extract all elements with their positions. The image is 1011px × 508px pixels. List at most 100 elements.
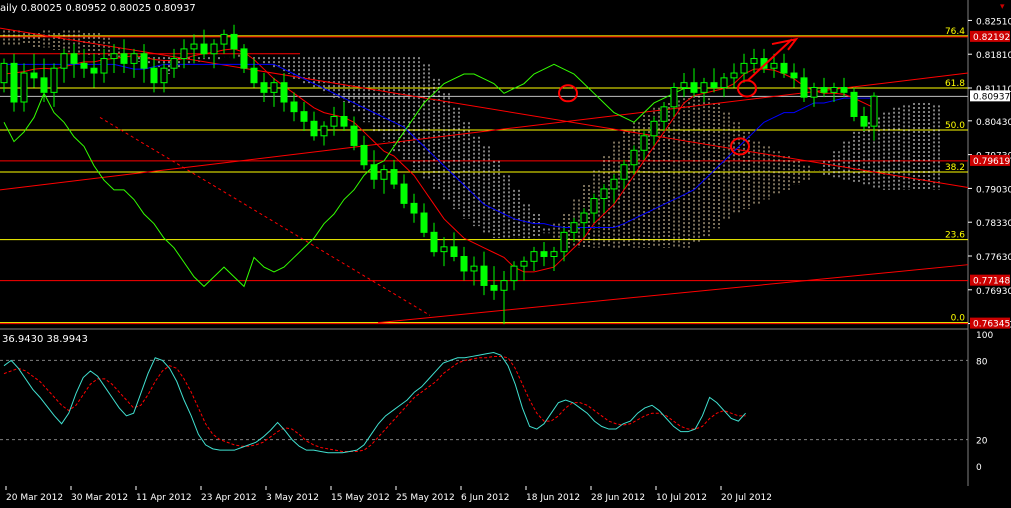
date-label: 11 Apr 2012 [136,493,192,503]
candle-body [140,53,148,69]
candle-body [420,212,428,233]
candle-body [120,53,128,64]
chart-canvas[interactable]: 76.4 61.8 50.0 38.2 23.6 0.0 0.82510 0.81810 0.… [0,0,1011,504]
candle-body [270,82,278,93]
date-label: 6 Jun 2012 [461,493,509,503]
candle-body [310,120,318,137]
candle-body [840,87,848,93]
candle-body [170,58,178,69]
candle-body [540,251,548,257]
candle-body [600,188,608,200]
date-label: 15 May 2012 [331,493,390,503]
candle-body [870,95,878,127]
date-label: 18 Jun 2012 [526,493,580,503]
candle-body [650,120,658,137]
candle-body [300,111,308,122]
candle-body [280,82,288,103]
candle-body [520,260,528,267]
candle-body [450,246,458,257]
candle-body [830,87,838,93]
candle-body [220,33,228,45]
candle-body [640,135,648,151]
price-tick-label: 0.81810 [976,51,1011,61]
oscillator-tick-label: 20 [976,437,988,447]
oscillator-tick-label: 100 [976,331,993,341]
fib-level-label: 23.6 [945,231,965,241]
candle-body [720,77,728,89]
date-label: 30 Mar 2012 [71,493,128,503]
candle-body [380,169,388,180]
candle-body [780,62,788,74]
candle-body [0,62,8,84]
level-price-tag-label: 0.77148 [973,277,1010,287]
price-tick-label: 0.77630 [976,253,1011,263]
candle[interactable] [240,44,248,74]
candle-body [660,106,668,122]
level-price-tag-label: 0.79619 [973,157,1010,167]
candle-body [440,246,448,253]
oscillator-tick-label: 80 [976,357,988,367]
candle-body [330,115,338,127]
candle-body [620,164,628,180]
candle-body [700,82,708,93]
price-tick-label: 0.79030 [976,185,1011,195]
candle-body [130,53,138,64]
candle-body [250,67,258,84]
main-info-text: aily 0.80025 0.80952 0.80025 0.80937 [0,3,196,14]
candle-body [470,265,478,272]
date-label: 20 Jul 2012 [721,493,772,503]
candle-body [800,77,808,98]
candle-body [790,72,798,79]
candle-body [530,251,538,262]
candle-body [20,72,28,103]
window-menu-marker[interactable]: ▾ [1000,2,1005,12]
candle-body [500,280,508,291]
date-label: 10 Jul 2012 [656,493,707,503]
price-tick-label: 0.82510 [976,17,1011,27]
date-label: 23 Apr 2012 [201,493,257,503]
fib-level-label: 61.8 [945,79,965,89]
price-tick-label: 0.80430 [976,118,1011,128]
oscillator-tick-label: 0 [976,463,982,473]
candle-body [340,115,348,127]
candle-body [190,43,198,50]
candle-body [50,67,58,93]
candle-body [560,231,568,253]
candle-body [860,115,868,127]
candle-body [30,72,38,79]
chart-window: 76.4 61.8 50.0 38.2 23.6 0.0 0.82510 0.81810 0.… [0,0,1011,504]
candle-body [240,48,248,69]
candle-body [320,125,328,137]
candle-body [820,87,828,93]
candle-body [160,67,168,84]
candle-body [350,125,358,146]
candle-body [40,77,48,93]
candle-body [480,265,488,286]
candle-body [630,149,638,166]
candle-body [850,91,858,117]
candle-body [670,87,678,108]
current-price-tag-label: 0.80937 [973,92,1010,102]
level-price-tag-label: 0.82192 [973,33,1010,43]
candle-body [200,43,208,55]
candle-body [150,67,158,84]
candle-body [210,43,218,55]
price-tick-label: 0.78330 [976,219,1011,229]
candle-body [680,82,688,89]
candle-body [730,72,738,79]
fib-level-label: 38.2 [945,163,965,173]
level-price-tag-label: 0.76345 [973,320,1010,330]
candle-body [230,33,238,50]
date-label: 20 Mar 2012 [6,493,63,503]
candle-body [710,82,718,89]
candle-body [260,82,268,93]
candle-body [580,212,588,224]
fib-level-label: 50.0 [945,121,965,131]
candle-body [590,198,598,214]
candle-body [180,48,188,60]
date-label: 3 May 2012 [266,493,319,503]
candle[interactable] [850,87,858,122]
fib-level-label: 76.4 [945,27,965,37]
osc-info-text: 36.9430 38.9943 [2,334,88,345]
candle-body [810,87,818,98]
